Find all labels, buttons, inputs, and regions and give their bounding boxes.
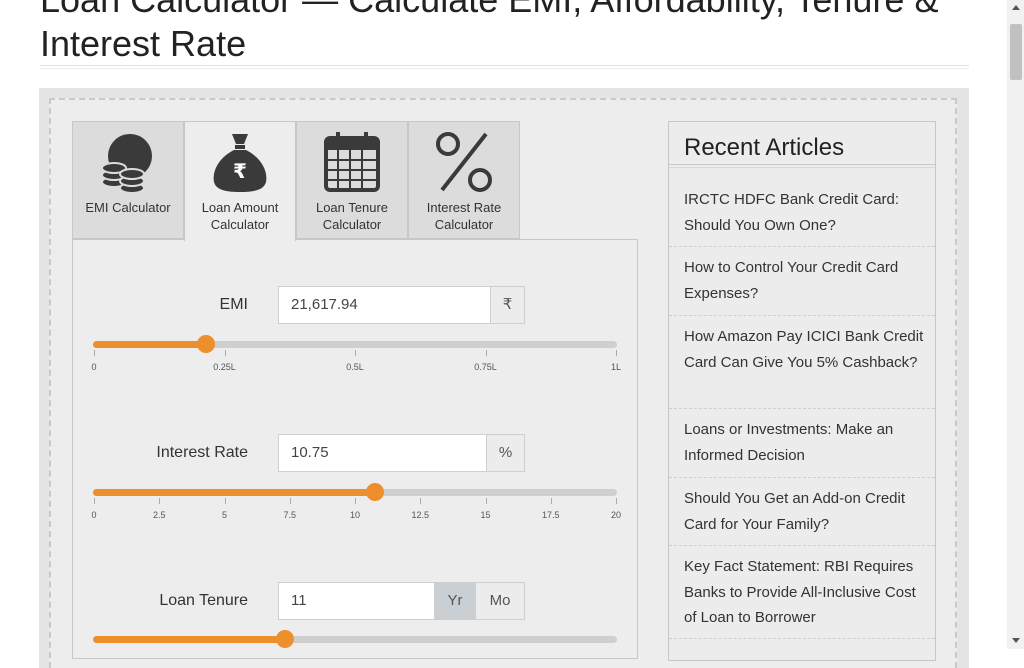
tenure-year-toggle[interactable]: Yr [434,582,476,620]
article-divider [669,408,935,409]
tab-label: Loan Amount Calculator [201,200,279,232]
article-link[interactable]: IRCTC HDFC Bank Credit Card: Should You … [684,187,924,238]
percent-icon [409,130,519,194]
emi-input[interactable]: 21,617.94 [278,286,491,324]
sidebar-title-divider-secondary [669,167,935,168]
article-divider [669,315,935,316]
slider-tick-label: 0 [91,362,97,372]
loan-tenure-label: Loan Tenure [159,592,248,609]
article-link[interactable]: How Amazon Pay ICICI Bank Credit Card Ca… [684,324,924,375]
slider-tick [420,498,422,504]
svg-text:₹: ₹ [233,159,247,183]
article-link[interactable]: Loans or Investments: Make an Informed D… [684,417,924,468]
scrollbar-thumb[interactable] [1010,24,1022,80]
money-bag-icon: ₹ [185,130,295,194]
sidebar-title: Recent Articles [684,134,845,161]
tab-label: EMI Calculator [85,200,171,215]
slider-tick [355,350,356,356]
loan-tenure-slider-fill [93,636,286,643]
tab-loan-amount-calculator[interactable]: ₹ Loan Amount Calculator [184,121,296,241]
slider-tick-label: 0 [91,510,97,520]
slider-tick-label: 2.5 [152,510,166,520]
slider-tick [224,350,226,356]
slider-tick-label: 12.5 [411,510,430,520]
slider-tick-label: 20 [610,510,621,520]
sidebar-title-divider [669,164,935,165]
slider-tick-label: 15 [480,510,491,520]
page-title: Loan Calculator — Calculate EMI, Afforda… [40,0,938,64]
article-divider [669,638,935,639]
loan-tenure-input[interactable]: 11 [278,582,435,620]
article-link[interactable]: Key Fact Statement: RBI Requires Banks t… [684,554,924,631]
article-divider [669,246,935,247]
slider-tick-label: 0.5L [346,362,364,372]
scroll-down-arrow-icon[interactable] [1012,638,1020,643]
slider-tick [485,498,487,504]
slider-tick-label: 17.5 [541,510,560,520]
emi-label: EMI [219,296,248,313]
tab-label: Loan Tenure Calculator [315,200,389,232]
tab-emi-calculator[interactable]: EMI Calculator [72,121,184,239]
slider-tick [289,498,291,504]
percent-addon: % [486,434,525,472]
article-divider [669,477,935,478]
emi-slider-fill [93,341,207,348]
coins-icon [73,130,183,194]
rupee-addon: ₹ [490,286,525,324]
slider-tick [485,350,487,356]
slider-tick [159,498,161,504]
tab-label: Interest Rate Calculator [426,200,502,232]
slider-tick [224,498,226,504]
slider-tick-label: 10 [349,510,360,520]
tenure-month-toggle[interactable]: Mo [475,582,525,620]
title-divider-secondary [40,68,969,69]
slider-tick-label: 1L [610,362,621,372]
interest-rate-slider-handle[interactable] [365,483,384,501]
slider-tick [616,350,617,356]
title-divider [40,65,969,66]
slider-tick-label: 0.25L [213,362,236,372]
page-scrollbar[interactable] [1007,0,1024,649]
scroll-up-arrow-icon[interactable] [1012,5,1020,10]
slider-tick [550,498,552,504]
slider-tick [616,498,617,504]
tab-loan-tenure-calculator[interactable]: Loan Tenure Calculator [296,121,408,239]
interest-rate-slider-fill [93,489,375,496]
interest-rate-input[interactable]: 10.75 [278,434,487,472]
slider-tick-label: 0.75L [474,362,497,372]
tab-interest-rate-calculator[interactable]: Interest Rate Calculator [408,121,520,239]
article-link[interactable]: How to Control Your Credit Card Expenses… [684,255,924,306]
slider-tick-label: 7.5 [283,510,296,520]
slider-tick-label: 5 [221,510,227,520]
interest-rate-label: Interest Rate [156,444,248,461]
article-link[interactable]: Should You Get an Add-on Credit Card for… [684,486,924,537]
loan-tenure-slider-handle[interactable] [276,630,295,648]
slider-tick [94,350,95,356]
calendar-icon [297,130,407,194]
slider-tick [94,498,95,504]
slider-tick [355,498,356,504]
article-divider [669,545,935,546]
